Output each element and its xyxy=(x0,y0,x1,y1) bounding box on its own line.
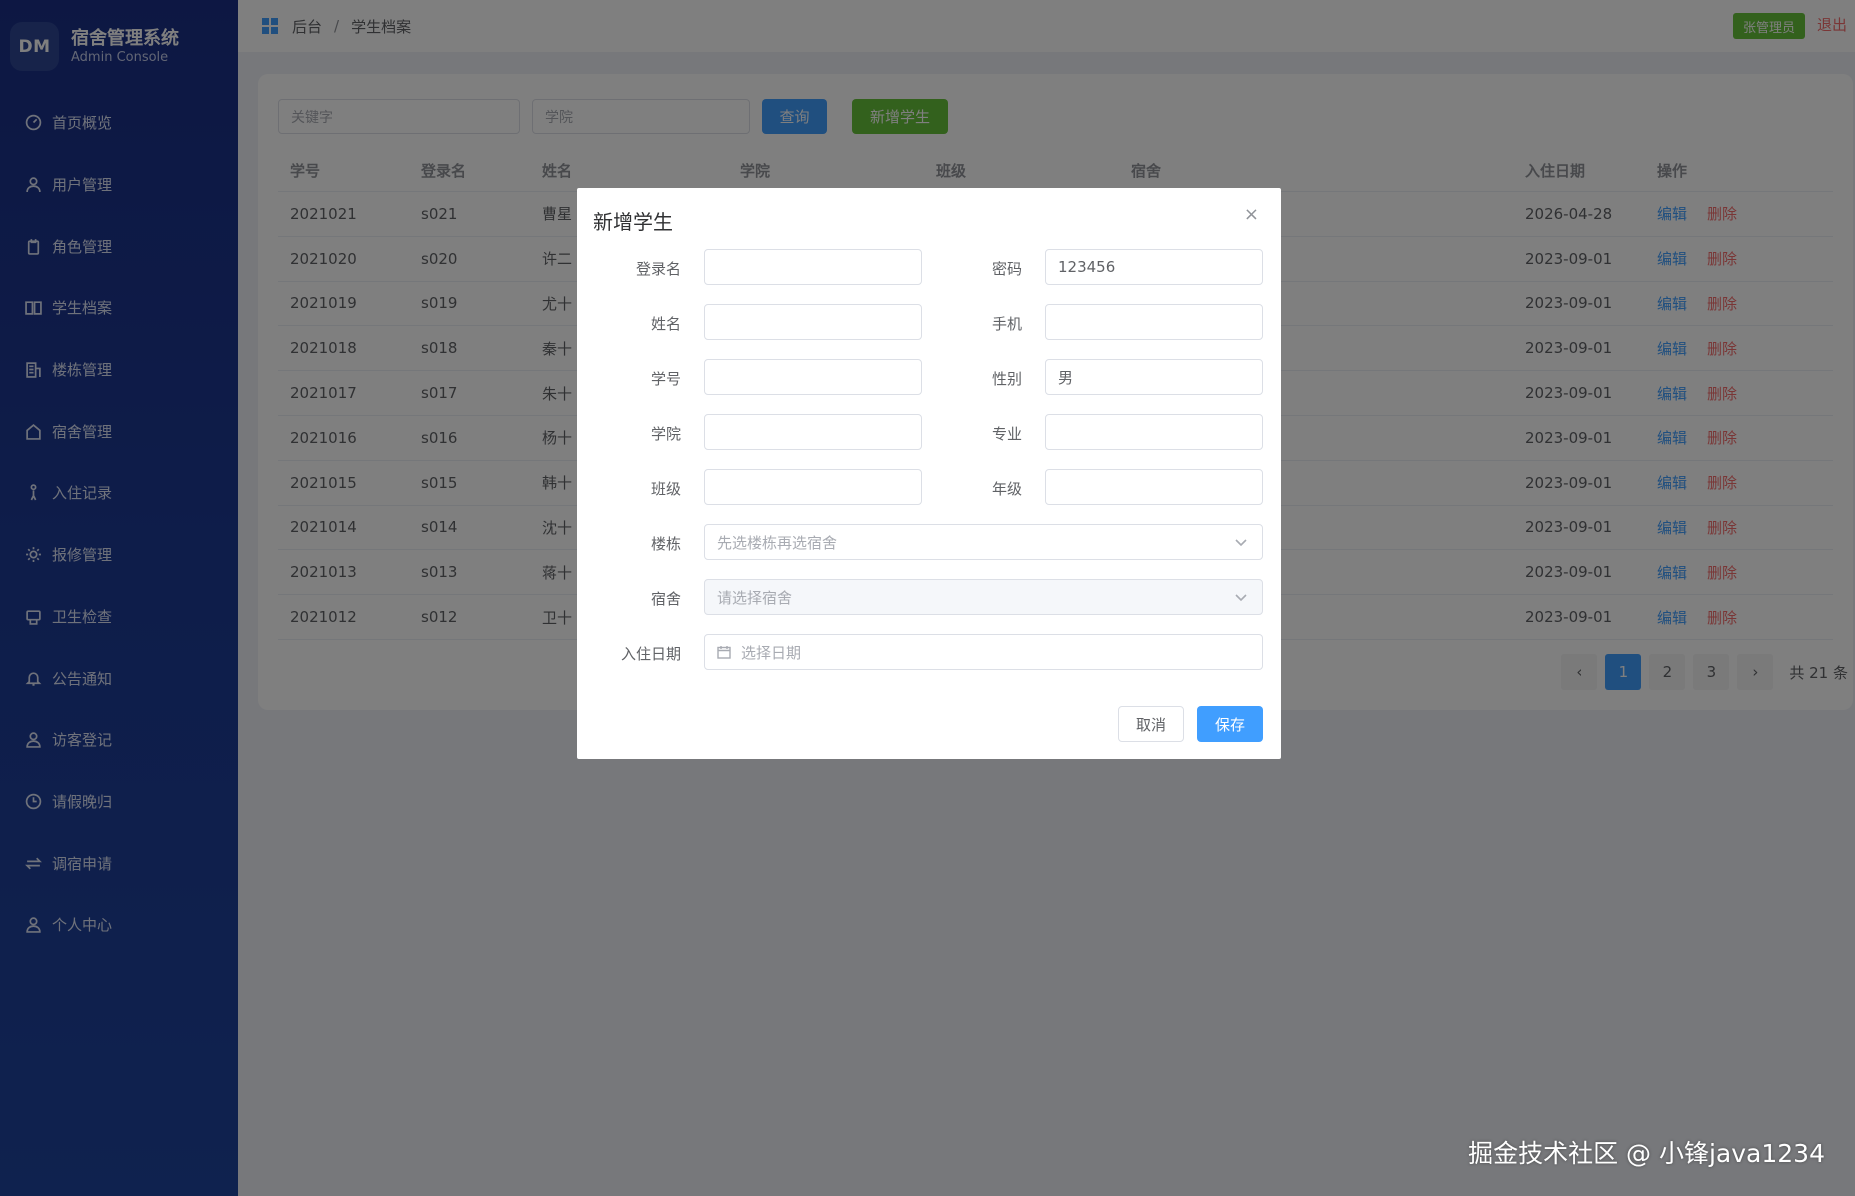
password-input[interactable]: 123456 xyxy=(1045,249,1263,285)
calendar-icon xyxy=(717,645,731,659)
class-input[interactable] xyxy=(704,469,922,505)
login-input[interactable] xyxy=(704,249,922,285)
name-input[interactable] xyxy=(704,304,922,340)
password-label: 密码 xyxy=(991,260,1022,278)
close-icon[interactable]: × xyxy=(1244,204,1259,225)
dialog-title: 新增学生 xyxy=(593,210,673,234)
room-label: 宿舍 xyxy=(650,590,681,608)
college-input[interactable] xyxy=(704,414,922,450)
gender-label: 性别 xyxy=(991,370,1022,388)
date-label: 入住日期 xyxy=(620,645,681,663)
date-placeholder: 选择日期 xyxy=(741,643,802,662)
building-select[interactable]: 先选楼栋再选宿舍 xyxy=(704,524,1263,560)
name-label: 姓名 xyxy=(650,315,681,333)
student-no-input[interactable] xyxy=(704,359,922,395)
grade-input[interactable] xyxy=(1045,469,1263,505)
chevron-down-icon xyxy=(1234,590,1248,604)
grade-label: 年级 xyxy=(991,480,1022,498)
watermark: 掘金技术社区 @ 小锋java1234 xyxy=(1468,1139,1825,1168)
major-label: 专业 xyxy=(991,425,1022,443)
student-no-label: 学号 xyxy=(650,370,681,388)
checkin-date-picker[interactable]: 选择日期 xyxy=(704,634,1263,670)
major-input[interactable] xyxy=(1045,414,1263,450)
building-label: 楼栋 xyxy=(650,535,681,553)
login-label: 登录名 xyxy=(635,260,681,278)
room-select[interactable]: 请选择宿舍 xyxy=(704,579,1263,615)
building-select-placeholder: 先选楼栋再选宿舍 xyxy=(717,533,838,552)
college-label: 学院 xyxy=(650,425,681,443)
gender-input[interactable]: 男 xyxy=(1045,359,1263,395)
class-label: 班级 xyxy=(650,480,681,498)
save-button[interactable]: 保存 xyxy=(1197,706,1263,742)
cancel-button[interactable]: 取消 xyxy=(1118,706,1184,742)
chevron-down-icon xyxy=(1234,535,1248,549)
phone-input[interactable] xyxy=(1045,304,1263,340)
add-student-dialog: 新增学生 × 登录名 密码 123456 姓名 手机 学号 性别 男 学院 专业… xyxy=(577,188,1281,759)
phone-label: 手机 xyxy=(991,315,1022,333)
room-select-placeholder: 请选择宿舍 xyxy=(717,588,793,607)
